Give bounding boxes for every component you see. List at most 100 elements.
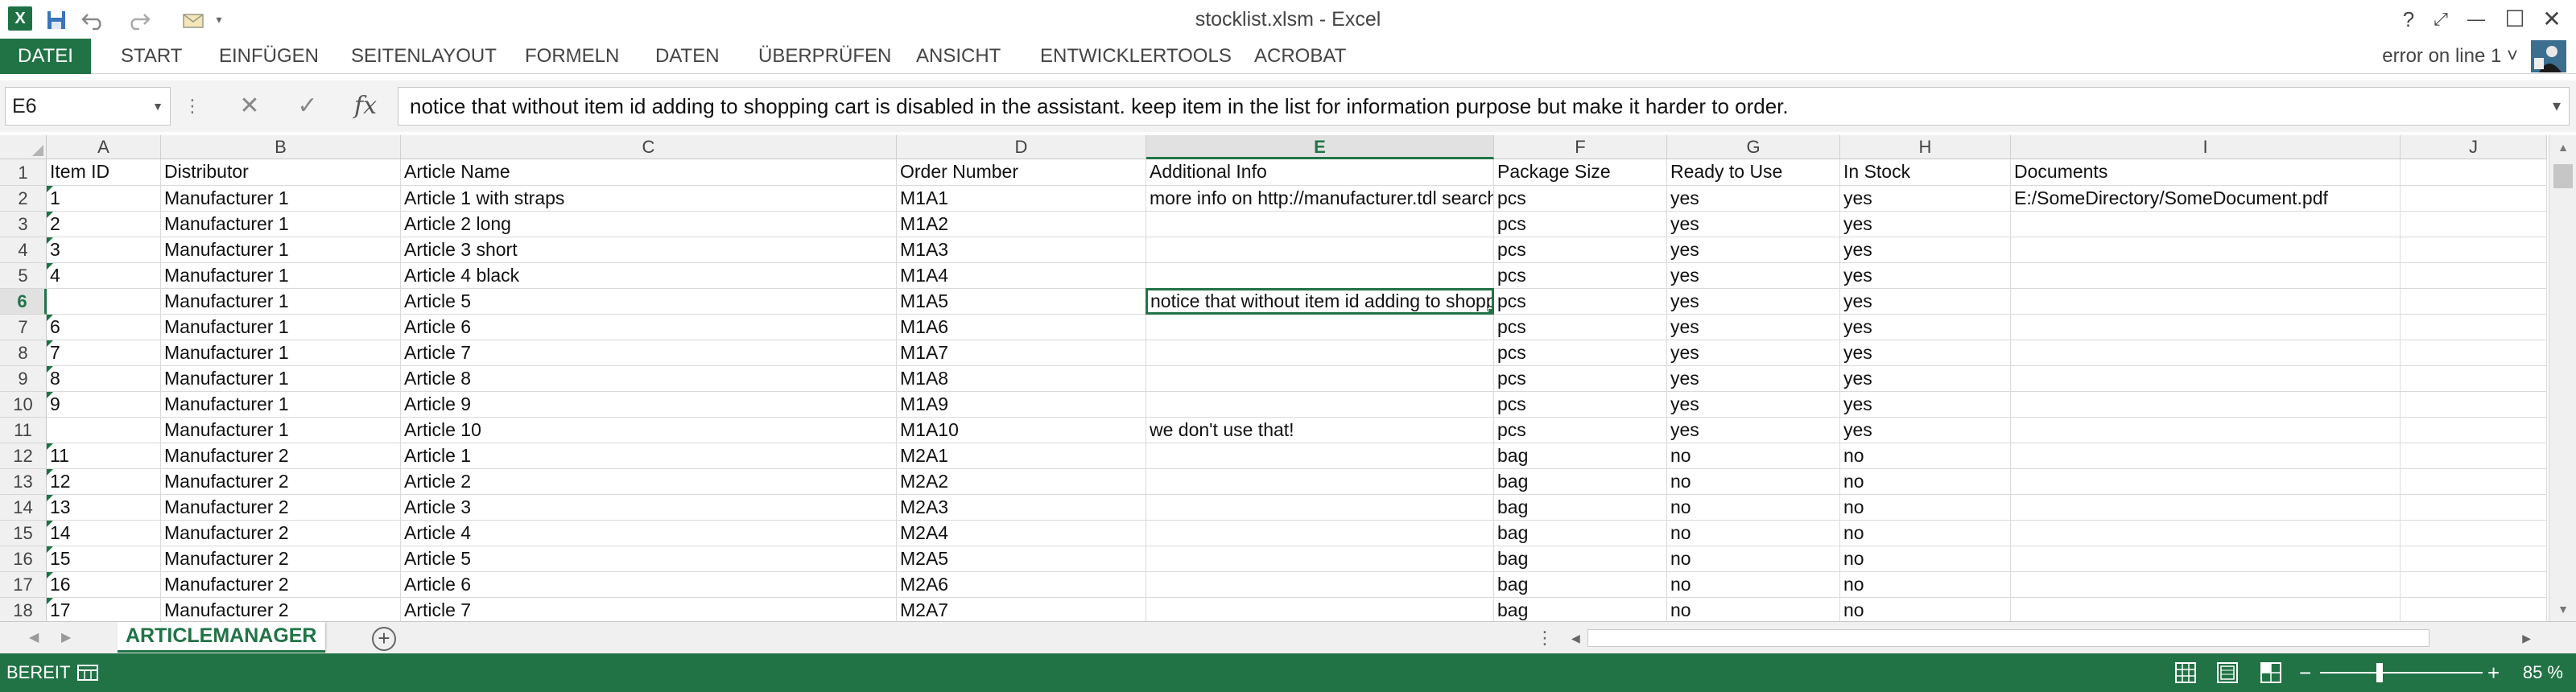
cell-a13[interactable]: 12	[47, 469, 161, 495]
cell-i10[interactable]	[2011, 392, 2401, 418]
cell-b16[interactable]: Manufacturer 2	[161, 546, 401, 572]
cell-d16[interactable]: M2A5	[897, 546, 1146, 572]
cell-h4[interactable]: yes	[1840, 237, 2011, 263]
cell-i6[interactable]	[2011, 289, 2401, 315]
cell-e9[interactable]	[1146, 366, 1494, 392]
cell-b17[interactable]: Manufacturer 2	[161, 572, 401, 598]
cell-c2[interactable]: Article 1 with straps	[401, 186, 897, 212]
tab-ansicht[interactable]: ANSICHT	[916, 39, 1001, 74]
row-header-5[interactable]: 5	[0, 263, 47, 289]
cell-f9[interactable]: pcs	[1494, 366, 1667, 392]
cell-f14[interactable]: bag	[1494, 495, 1667, 521]
cell-d11[interactable]: M1A10	[897, 418, 1146, 443]
cell-c18[interactable]: Article 7	[401, 598, 897, 621]
header-cell-h[interactable]: In Stock	[1840, 159, 2011, 186]
column-header-i[interactable]: I	[2011, 135, 2401, 159]
tab-daten[interactable]: DATEN	[655, 39, 720, 74]
cell-b2[interactable]: Manufacturer 1	[161, 186, 401, 212]
cell-b7[interactable]: Manufacturer 1	[161, 315, 401, 340]
cell-a7[interactable]: 6	[47, 315, 161, 340]
cell-b5[interactable]: Manufacturer 1	[161, 263, 401, 289]
cell-b9[interactable]: Manufacturer 1	[161, 366, 401, 392]
cell-c9[interactable]: Article 8	[401, 366, 897, 392]
cell-e12[interactable]	[1146, 443, 1494, 469]
cell-c12[interactable]: Article 1	[401, 443, 897, 469]
cell-h17[interactable]: no	[1840, 572, 2011, 598]
macro-record-icon[interactable]	[76, 661, 100, 685]
help-icon[interactable]: ?	[2392, 3, 2425, 35]
cell-i17[interactable]	[2011, 572, 2401, 598]
column-header-g[interactable]: G	[1667, 135, 1840, 159]
cell-f16[interactable]: bag	[1494, 546, 1667, 572]
normal-view-icon[interactable]	[2174, 661, 2198, 685]
cell-i11[interactable]	[2011, 418, 2401, 443]
chevron-down-icon[interactable]: ▼	[152, 88, 163, 125]
horizontal-scroll-thumb[interactable]	[1587, 629, 2429, 647]
cell-a9[interactable]: 8	[47, 366, 161, 392]
row-header-10[interactable]: 10	[0, 392, 47, 418]
cell-g15[interactable]: no	[1667, 521, 1840, 546]
cell-g18[interactable]: no	[1667, 598, 1840, 621]
cell-i15[interactable]	[2011, 521, 2401, 546]
cell-c13[interactable]: Article 2	[401, 469, 897, 495]
page-layout-view-icon[interactable]	[2215, 661, 2240, 685]
cell-d2[interactable]: M1A1	[897, 186, 1146, 212]
cell-b6[interactable]: Manufacturer 1	[161, 289, 401, 315]
cell-i8[interactable]	[2011, 340, 2401, 366]
cell-h6[interactable]: yes	[1840, 289, 2011, 315]
cell-j14[interactable]	[2401, 495, 2547, 521]
formula-input[interactable]: notice that without item id adding to sh…	[398, 87, 2570, 126]
cell-d3[interactable]: M1A2	[897, 212, 1146, 237]
cell-j6[interactable]	[2401, 289, 2547, 315]
cell-h5[interactable]: yes	[1840, 263, 2011, 289]
cell-e10[interactable]	[1146, 392, 1494, 418]
row-header-15[interactable]: 15	[0, 521, 47, 546]
row-header-18[interactable]: 18	[0, 598, 47, 621]
cell-b13[interactable]: Manufacturer 2	[161, 469, 401, 495]
cell-g4[interactable]: yes	[1667, 237, 1840, 263]
cell-a3[interactable]: 2	[47, 212, 161, 237]
cell-i12[interactable]	[2011, 443, 2401, 469]
cell-i2[interactable]: E:/SomeDirectory/SomeDocument.pdf	[2011, 186, 2401, 212]
cell-j2[interactable]	[2401, 186, 2547, 212]
cell-d10[interactable]: M1A9	[897, 392, 1146, 418]
cell-j7[interactable]	[2401, 315, 2547, 340]
next-sheet-icon[interactable]: ▶	[61, 622, 71, 654]
cell-e2[interactable]: more info on http://manufacturer.tdl sea…	[1146, 186, 1494, 212]
cell-e13[interactable]	[1146, 469, 1494, 495]
row-header-2[interactable]: 2	[0, 186, 47, 212]
cell-g11[interactable]: yes	[1667, 418, 1840, 443]
cell-h11[interactable]: yes	[1840, 418, 2011, 443]
cell-d18[interactable]: M2A7	[897, 598, 1146, 621]
cell-f7[interactable]: pcs	[1494, 315, 1667, 340]
cell-d6[interactable]: M1A5	[897, 289, 1146, 315]
header-cell-g[interactable]: Ready to Use	[1667, 159, 1840, 186]
cell-i14[interactable]	[2011, 495, 2401, 521]
cell-g8[interactable]: yes	[1667, 340, 1840, 366]
cell-b14[interactable]: Manufacturer 2	[161, 495, 401, 521]
row-header-9[interactable]: 9	[0, 366, 47, 392]
cell-e18[interactable]	[1146, 598, 1494, 621]
zoom-in-button[interactable]: +	[2487, 653, 2500, 692]
cell-g14[interactable]: no	[1667, 495, 1840, 521]
cell-h9[interactable]: yes	[1840, 366, 2011, 392]
cell-a12[interactable]: 11	[47, 443, 161, 469]
cell-g16[interactable]: no	[1667, 546, 1840, 572]
cell-i5[interactable]	[2011, 263, 2401, 289]
cell-i7[interactable]	[2011, 315, 2401, 340]
header-cell-i[interactable]: Documents	[2011, 159, 2401, 186]
cell-d12[interactable]: M2A1	[897, 443, 1146, 469]
cell-a15[interactable]: 14	[47, 521, 161, 546]
cell-h8[interactable]: yes	[1840, 340, 2011, 366]
more-icon[interactable]: ⋮	[184, 87, 201, 126]
cell-a18[interactable]: 17	[47, 598, 161, 621]
cell-a2[interactable]: 1	[47, 186, 161, 212]
cell-d7[interactable]: M1A6	[897, 315, 1146, 340]
cell-h10[interactable]: yes	[1840, 392, 2011, 418]
row-header-14[interactable]: 14	[0, 495, 47, 521]
cell-i3[interactable]	[2011, 212, 2401, 237]
cell-f10[interactable]: pcs	[1494, 392, 1667, 418]
row-header-7[interactable]: 7	[0, 315, 47, 340]
column-header-b[interactable]: B	[161, 135, 401, 159]
column-header-c[interactable]: C	[401, 135, 897, 159]
